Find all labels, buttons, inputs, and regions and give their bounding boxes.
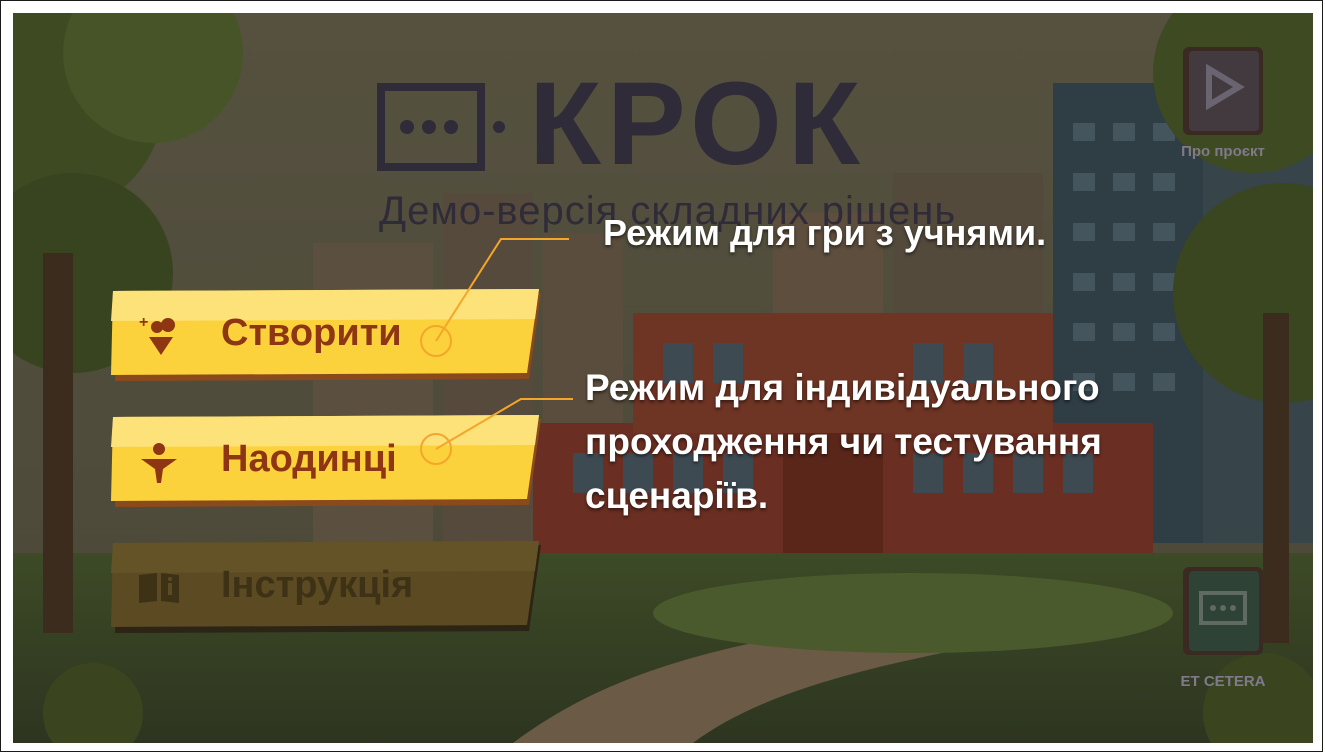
screenshot-frame: КРОК Демо-версія складних рішень + Створ… — [0, 0, 1323, 752]
solo-mode-annotation: Режим для індивідуального проходження чи… — [585, 367, 1102, 516]
solo-callout-line — [435, 398, 573, 450]
create-callout-line — [435, 238, 569, 342]
create-mode-annotation: Режим для гри з учнями. — [603, 212, 1047, 253]
